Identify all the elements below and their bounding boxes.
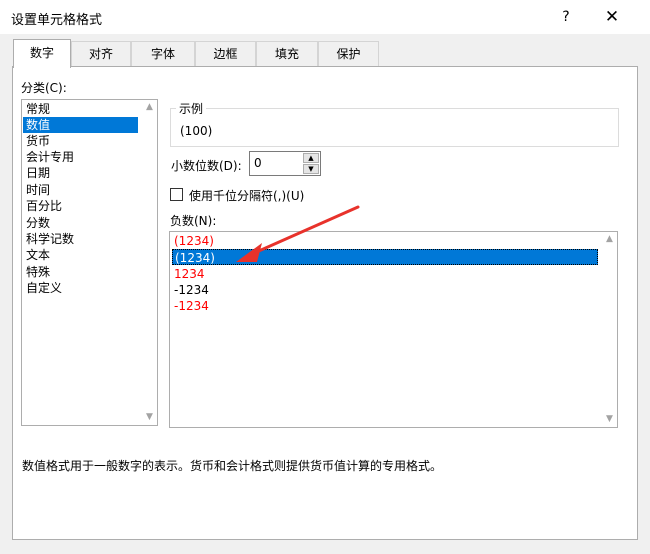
dialog-title: 设置单元格格式 xyxy=(11,13,103,28)
decimal-places-label: 小数位数(D): xyxy=(171,159,242,173)
category-item[interactable]: 文本 xyxy=(23,247,50,263)
category-item[interactable]: 时间 xyxy=(23,182,50,198)
negative-format-item[interactable]: (1234) xyxy=(172,249,598,265)
category-list[interactable]: 常规 数值 货币 会计专用 日期 时间 百分比 分数 科学记数 文本 特殊 自定… xyxy=(21,99,158,426)
category-item[interactable]: 科学记数 xyxy=(23,231,74,247)
tab-fill[interactable]: 填充 xyxy=(256,41,318,66)
spin-down-icon[interactable]: ▼ xyxy=(303,164,319,174)
tab-font[interactable]: 字体 xyxy=(131,41,195,66)
category-scrollbar[interactable]: ▲ ▼ xyxy=(142,100,157,425)
decimal-places-stepper[interactable]: 0 ▲ ▼ xyxy=(249,151,321,176)
tab-border[interactable]: 边框 xyxy=(195,41,256,66)
negative-format-item[interactable]: -1234 xyxy=(172,282,598,298)
category-item[interactable]: 数值 xyxy=(23,117,138,133)
scroll-down-icon[interactable]: ▼ xyxy=(602,412,617,427)
decimal-places-value[interactable]: 0 xyxy=(254,156,262,170)
thousands-separator-checkbox[interactable] xyxy=(170,188,183,201)
category-item[interactable]: 常规 xyxy=(23,101,50,117)
format-description: 数值格式用于一般数字的表示。货币和会计格式则提供货币值计算的专用格式。 xyxy=(22,459,443,473)
help-button[interactable]: ? xyxy=(552,4,580,30)
tab-alignment[interactable]: 对齐 xyxy=(71,41,131,66)
sample-group xyxy=(170,108,619,147)
category-item[interactable]: 日期 xyxy=(23,165,50,181)
tab-number[interactable]: 数字 xyxy=(13,39,71,68)
tab-protection[interactable]: 保护 xyxy=(318,41,379,66)
negative-format-item[interactable]: (1234) xyxy=(172,233,598,249)
scroll-up-icon[interactable]: ▲ xyxy=(602,232,617,247)
sample-value: (100) xyxy=(180,124,213,138)
scroll-down-icon[interactable]: ▼ xyxy=(142,410,157,425)
category-item[interactable]: 货币 xyxy=(23,133,50,149)
negative-format-item[interactable]: 1234 xyxy=(172,266,598,282)
category-item[interactable]: 分数 xyxy=(23,215,50,231)
category-item[interactable]: 特殊 xyxy=(23,264,50,280)
spin-up-icon[interactable]: ▲ xyxy=(303,153,319,163)
scroll-up-icon[interactable]: ▲ xyxy=(142,100,157,115)
category-item[interactable]: 百分比 xyxy=(23,198,62,214)
negative-format-item[interactable]: -1234 xyxy=(172,298,598,314)
negative-list-scrollbar[interactable]: ▲ ▼ xyxy=(602,232,617,427)
close-button[interactable]: ✕ xyxy=(598,4,626,30)
negative-numbers-list[interactable]: (1234) (1234) 1234 -1234 -1234 ▲ ▼ xyxy=(169,231,618,428)
negative-numbers-label: 负数(N): xyxy=(170,214,217,228)
thousands-separator-label[interactable]: 使用千位分隔符(,)(U) xyxy=(189,187,304,204)
category-item[interactable]: 自定义 xyxy=(23,280,62,296)
category-label: 分类(C): xyxy=(21,81,67,95)
category-item[interactable]: 会计专用 xyxy=(23,149,74,165)
sample-label: 示例 xyxy=(176,100,207,117)
